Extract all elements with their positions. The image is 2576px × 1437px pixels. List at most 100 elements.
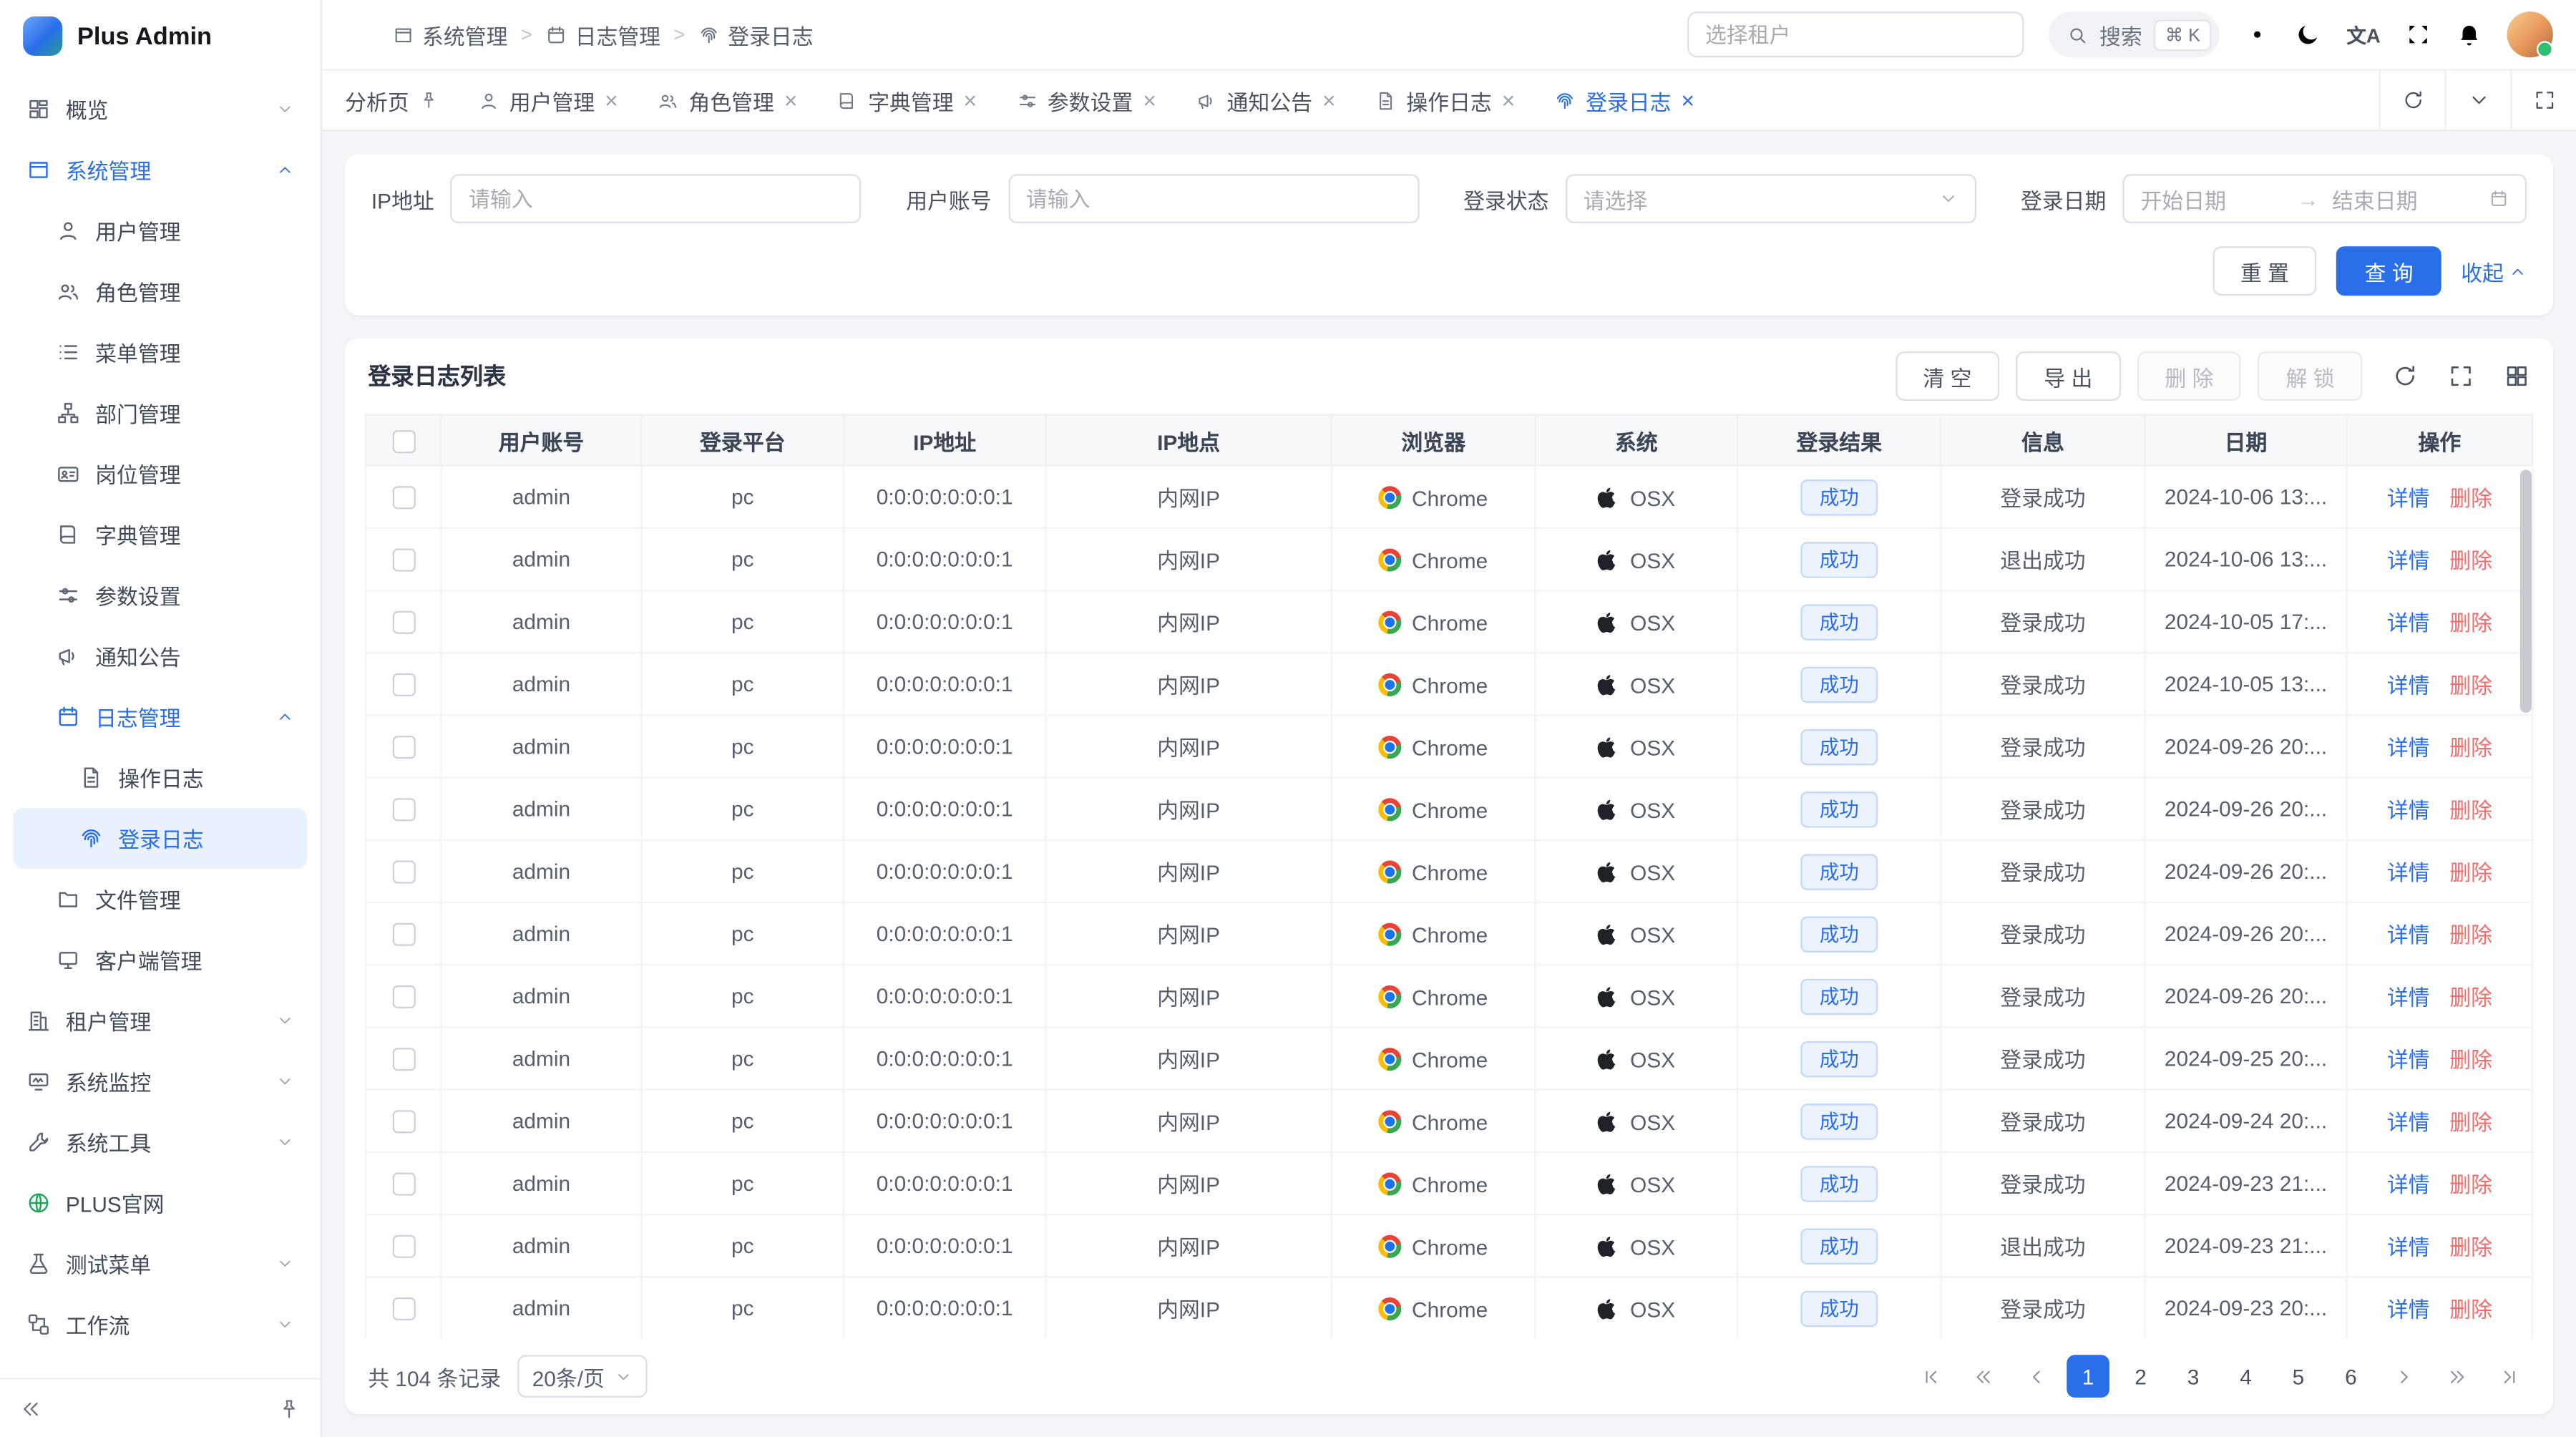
delete-link[interactable]: 删除 [2449, 486, 2492, 510]
page-size-select[interactable]: 20条/页 [517, 1355, 648, 1398]
vertical-scrollbar[interactable] [2520, 469, 2532, 713]
tab-analysis-page[interactable]: 分析页 [345, 84, 439, 116]
translate-icon[interactable]: 文A [2346, 21, 2380, 49]
tab-param-settings[interactable]: 参数设置× [1016, 84, 1156, 116]
delete-link[interactable]: 删除 [2449, 985, 2492, 1010]
tenant-select-input[interactable] [1687, 11, 2024, 57]
breadcrumb-item[interactable]: 登录日志 [698, 19, 814, 50]
sidebar-item-user-mgmt[interactable]: 用户管理 [13, 200, 307, 261]
delete-link[interactable]: 删除 [2449, 736, 2492, 760]
pin-sidebar-icon[interactable] [278, 1397, 301, 1420]
row-checkbox[interactable] [392, 799, 415, 822]
refresh-icon[interactable] [2392, 363, 2419, 389]
detail-link[interactable]: 详情 [2387, 611, 2430, 635]
collapse-filter-link[interactable]: 收起 [2461, 255, 2527, 287]
page-button-4[interactable]: 4 [2225, 1355, 2268, 1398]
fullscreen-icon[interactable] [2405, 21, 2431, 48]
user-account-input[interactable] [1008, 174, 1419, 223]
sidebar-item-overview[interactable]: 概览 [13, 79, 307, 140]
detail-link[interactable]: 详情 [2387, 798, 2430, 822]
row-checkbox[interactable] [392, 487, 415, 510]
row-checkbox[interactable] [392, 549, 415, 572]
gear-icon[interactable] [2245, 21, 2271, 48]
first-button[interactable] [1909, 1355, 1952, 1398]
page-button-6[interactable]: 6 [2330, 1355, 2373, 1398]
row-checkbox[interactable] [392, 1235, 415, 1258]
refresh-tab-button[interactable] [2379, 69, 2444, 131]
detail-link[interactable]: 详情 [2387, 673, 2430, 698]
page-button-2[interactable]: 2 [2119, 1355, 2162, 1398]
delete-link[interactable]: 删除 [2449, 923, 2492, 948]
close-icon[interactable]: × [1143, 89, 1156, 112]
sidebar-item-menu-mgmt[interactable]: 菜单管理 [13, 322, 307, 383]
sidebar-item-role-mgmt[interactable]: 角色管理 [13, 261, 307, 322]
delete-link[interactable]: 删除 [2449, 1235, 2492, 1260]
ip-address-input[interactable] [451, 174, 862, 223]
breadcrumb-item[interactable]: 系统管理 [393, 19, 508, 50]
maximize-content-button[interactable] [2510, 69, 2576, 131]
delete-link[interactable]: 删除 [2449, 861, 2492, 885]
delete-link[interactable]: 删除 [2449, 1048, 2492, 1072]
row-checkbox[interactable] [392, 923, 415, 946]
tab-notice[interactable]: 通知公告× [1196, 84, 1336, 116]
sidebar-item-dept-mgmt[interactable]: 部门管理 [13, 383, 307, 444]
close-icon[interactable]: × [784, 89, 798, 112]
clear-button[interactable]: 清 空 [1895, 351, 1999, 401]
export-button[interactable]: 导 出 [2016, 351, 2120, 401]
detail-link[interactable]: 详情 [2387, 486, 2430, 510]
detail-link[interactable]: 详情 [2387, 548, 2430, 573]
delete-link[interactable]: 删除 [2449, 548, 2492, 573]
detail-link[interactable]: 详情 [2387, 1048, 2430, 1072]
grid-icon[interactable] [2504, 363, 2530, 389]
close-icon[interactable]: × [1322, 89, 1336, 112]
close-icon[interactable]: × [1681, 89, 1694, 112]
query-button[interactable]: 查 询 [2337, 246, 2441, 296]
sidebar-item-sys-tools[interactable]: 系统工具 [13, 1112, 307, 1173]
delete-link[interactable]: 删除 [2449, 1173, 2492, 1197]
collapse-sidebar-icon[interactable] [20, 1397, 43, 1420]
delete-link[interactable]: 删除 [2449, 798, 2492, 822]
sidebar-item-tenant-mgmt[interactable]: 租户管理 [13, 990, 307, 1051]
tab-dict-mgmt[interactable]: 字典管理× [837, 84, 977, 116]
unlock-button[interactable]: 解 锁 [2258, 351, 2362, 401]
sidebar-item-test-menu[interactable]: 测试菜单 [13, 1233, 307, 1294]
login-status-select[interactable]: 请选择 [1565, 174, 1976, 223]
detail-link[interactable]: 详情 [2387, 861, 2430, 885]
app-logo[interactable]: Plus Admin [0, 0, 321, 72]
detail-link[interactable]: 详情 [2387, 1173, 2430, 1197]
detail-link[interactable]: 详情 [2387, 985, 2430, 1010]
delete-link[interactable]: 删除 [2449, 673, 2492, 698]
page-button-5[interactable]: 5 [2277, 1355, 2320, 1398]
detail-link[interactable]: 详情 [2387, 736, 2430, 760]
row-checkbox[interactable] [392, 986, 415, 1009]
detail-link[interactable]: 详情 [2387, 1297, 2430, 1322]
global-search[interactable]: 搜索 ⌘ K [2049, 11, 2220, 57]
sidebar-item-workflow[interactable]: 工作流 [13, 1294, 307, 1355]
tab-user-mgmt[interactable]: 用户管理× [478, 84, 618, 116]
hamburger-icon[interactable] [345, 21, 371, 48]
sidebar-item-notice[interactable]: 通知公告 [13, 625, 307, 686]
row-checkbox[interactable] [392, 1173, 415, 1196]
tab-role-mgmt[interactable]: 角色管理× [658, 84, 798, 116]
reset-button[interactable]: 重 置 [2212, 246, 2317, 296]
expand-icon[interactable] [2448, 363, 2474, 389]
close-icon[interactable]: × [963, 89, 977, 112]
tab-menu-button[interactable] [2444, 69, 2510, 131]
sidebar-item-system-mgmt[interactable]: 系统管理 [13, 140, 307, 200]
sidebar-item-param-settings[interactable]: 参数设置 [13, 565, 307, 625]
moon-icon[interactable] [2296, 21, 2322, 48]
page-button-1[interactable]: 1 [2067, 1355, 2109, 1398]
row-checkbox[interactable] [392, 611, 415, 634]
login-date-range-picker[interactable]: 开始日期→结束日期 [2122, 174, 2527, 223]
sidebar-item-dict-mgmt[interactable]: 字典管理 [13, 505, 307, 565]
sidebar-item-sys-monitor[interactable]: 系统监控 [13, 1051, 307, 1112]
delete-link[interactable]: 删除 [2449, 1297, 2492, 1322]
delete-button[interactable]: 删 除 [2137, 351, 2241, 401]
row-checkbox[interactable] [392, 861, 415, 884]
sidebar-item-plus-website[interactable]: PLUS官网 [13, 1173, 307, 1234]
chevron-left-button[interactable] [2014, 1355, 2057, 1398]
sidebar-item-file-mgmt[interactable]: 文件管理 [13, 869, 307, 930]
sidebar-item-post-mgmt[interactable]: 岗位管理 [13, 444, 307, 505]
breadcrumb-item[interactable]: 日志管理 [545, 19, 660, 50]
tab-login-log[interactable]: 登录日志× [1554, 84, 1694, 116]
